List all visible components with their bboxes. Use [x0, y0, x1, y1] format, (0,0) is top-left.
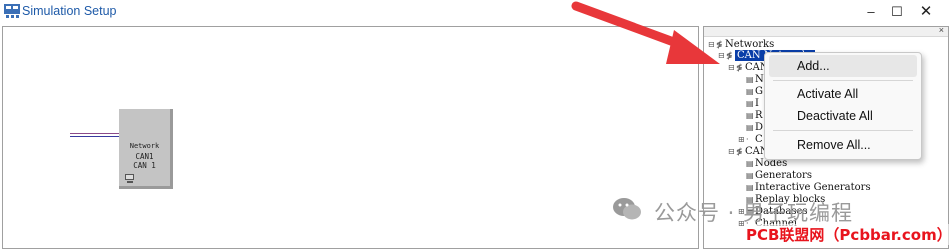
node-icon: ▤: [746, 111, 754, 120]
menu-item-remove-all[interactable]: Remove All...: [769, 134, 917, 156]
network-icon: ≸: [736, 147, 743, 156]
tree-label: D: [755, 122, 764, 133]
menu-item-add[interactable]: Add...: [769, 55, 917, 77]
tree-item-can-2[interactable]: ⊟≸ CAN: [728, 146, 769, 158]
tree-item[interactable]: ▤N: [746, 74, 764, 86]
wechat-icon: [613, 198, 641, 220]
title-bar: Simulation Setup – ☐ ✕: [0, 0, 951, 24]
simulation-setup-icon: [4, 4, 20, 18]
pc-icon: [125, 174, 134, 183]
menu-item-activate-all[interactable]: Activate All: [769, 83, 917, 105]
tree-item[interactable]: ▤G: [746, 86, 763, 98]
node-icon: ▤: [746, 87, 754, 96]
watermark-site-text: PCB联盟网（Pcbbar.com）: [746, 224, 951, 245]
tree-label: C: [755, 134, 763, 145]
tree-item[interactable]: ▤D: [746, 122, 763, 134]
tree-item[interactable]: ⊞· C: [738, 134, 763, 146]
node-icon: ▤: [746, 171, 754, 180]
network-block-can1[interactable]: Network CAN1 CAN 1: [119, 109, 173, 189]
maximize-button[interactable]: ☐: [884, 2, 910, 22]
tree-label: R: [755, 110, 763, 121]
tree-item-interactive-generators[interactable]: ▤Interactive Generators: [746, 182, 871, 194]
tree-label: I: [755, 98, 759, 109]
node-icon: ▤: [746, 123, 754, 132]
menu-separator: [773, 80, 913, 81]
minimize-button[interactable]: –: [858, 2, 884, 22]
network-block-channel: CAN 1: [133, 161, 156, 170]
tree-label: G: [755, 86, 763, 97]
network-block-label: Network: [129, 142, 160, 150]
node-icon: ▤: [746, 159, 754, 168]
panel-header: ×: [704, 25, 948, 37]
bus-line: [70, 133, 124, 134]
menu-separator: [773, 130, 913, 131]
node-icon: ▤: [746, 75, 754, 84]
node-icon: ▤: [746, 183, 754, 192]
network-block-name: CAN1: [135, 152, 154, 161]
node-icon: ▤: [746, 99, 754, 108]
close-button[interactable]: ✕: [913, 2, 939, 22]
tree-item[interactable]: ▤I: [746, 98, 759, 110]
node-icon: ·: [746, 135, 749, 144]
window-title: Simulation Setup: [22, 4, 117, 18]
collapse-icon[interactable]: ⊟: [728, 146, 736, 158]
tree-item[interactable]: ▤R: [746, 110, 763, 122]
expand-icon[interactable]: ⊞: [738, 134, 746, 146]
context-menu: Add... Activate All Deactivate All Remov…: [764, 52, 922, 160]
panel-close-icon[interactable]: ×: [939, 25, 944, 35]
tree-item-generators[interactable]: ▤Generators: [746, 170, 812, 182]
tree-label: Interactive Generators: [755, 182, 871, 193]
tree-label: Generators: [755, 170, 812, 181]
bus-line: [70, 136, 124, 137]
annotation-arrow: [571, 1, 720, 64]
watermark-wechat-text: 公众号 · 男子玩编程: [654, 201, 854, 225]
menu-item-deactivate-all[interactable]: Deactivate All: [769, 105, 917, 127]
tree-label: N: [755, 74, 764, 85]
